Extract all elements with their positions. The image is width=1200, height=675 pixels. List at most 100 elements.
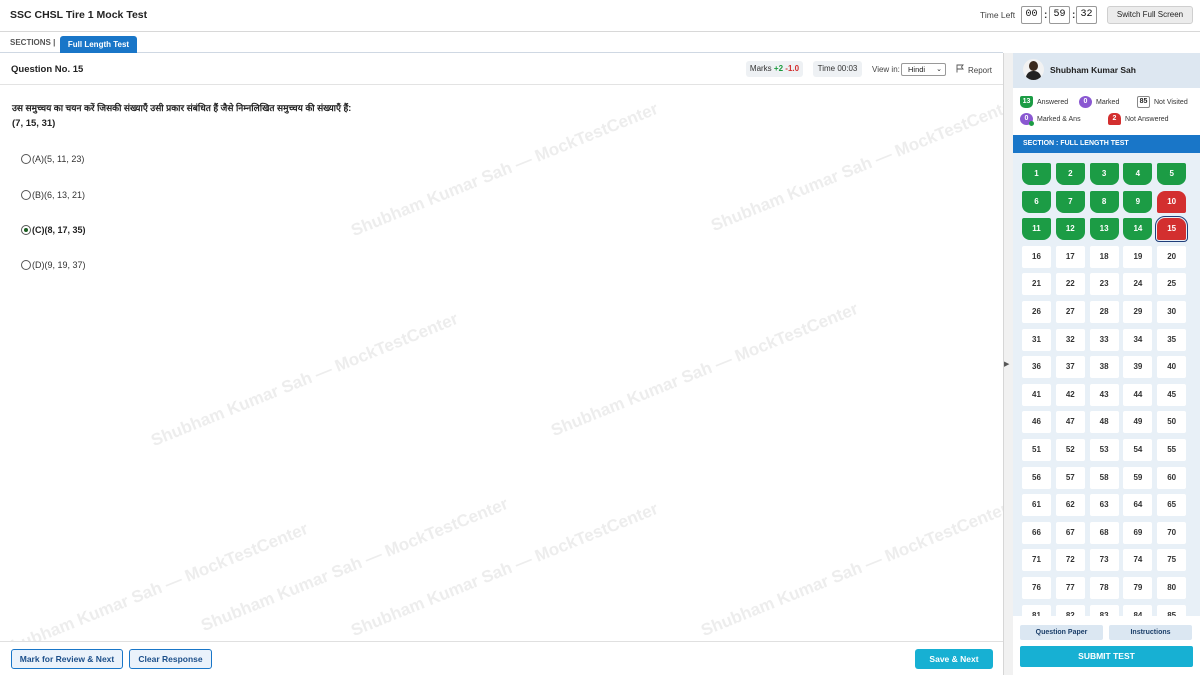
question-cell-72[interactable]: 72 bbox=[1055, 549, 1085, 572]
question-cell-48[interactable]: 48 bbox=[1089, 411, 1119, 434]
question-cell-67[interactable]: 67 bbox=[1055, 521, 1085, 544]
clear-response-button[interactable]: Clear Response bbox=[129, 649, 212, 669]
question-cell-64[interactable]: 64 bbox=[1123, 494, 1153, 517]
question-cell-53[interactable]: 53 bbox=[1089, 438, 1119, 461]
option-a[interactable]: (A)(5, 11, 23) bbox=[21, 154, 84, 164]
question-cell-84[interactable]: 84 bbox=[1123, 604, 1153, 616]
question-cell-36[interactable]: 36 bbox=[1022, 356, 1051, 379]
save-next-button[interactable]: Save & Next bbox=[915, 649, 993, 669]
question-cell-33[interactable]: 33 bbox=[1089, 328, 1119, 351]
question-cell-41[interactable]: 41 bbox=[1022, 383, 1051, 406]
question-cell-85[interactable]: 85 bbox=[1157, 604, 1187, 616]
question-cell-59[interactable]: 59 bbox=[1123, 466, 1153, 489]
question-cell-63[interactable]: 63 bbox=[1089, 494, 1119, 517]
question-cell-13[interactable]: 13 bbox=[1089, 218, 1119, 241]
question-cell-31[interactable]: 31 bbox=[1022, 328, 1051, 351]
instructions-button[interactable]: Instructions bbox=[1109, 625, 1192, 640]
question-cell-35[interactable]: 35 bbox=[1157, 328, 1187, 351]
question-cell-77[interactable]: 77 bbox=[1055, 576, 1085, 599]
option-d[interactable]: (D)(9, 19, 37) bbox=[21, 260, 86, 270]
question-cell-1[interactable]: 1 bbox=[1022, 163, 1051, 185]
tab-full-length-test[interactable]: Full Length Test bbox=[60, 36, 137, 53]
question-cell-44[interactable]: 44 bbox=[1123, 383, 1153, 406]
question-cell-19[interactable]: 19 bbox=[1123, 245, 1153, 268]
question-cell-79[interactable]: 79 bbox=[1123, 576, 1153, 599]
question-cell-49[interactable]: 49 bbox=[1123, 411, 1153, 434]
question-cell-66[interactable]: 66 bbox=[1022, 521, 1051, 544]
question-cell-21[interactable]: 21 bbox=[1022, 273, 1051, 296]
question-cell-26[interactable]: 26 bbox=[1022, 300, 1051, 323]
question-cell-68[interactable]: 68 bbox=[1089, 521, 1119, 544]
question-cell-43[interactable]: 43 bbox=[1089, 383, 1119, 406]
question-cell-37[interactable]: 37 bbox=[1055, 356, 1085, 379]
report-button[interactable]: Report bbox=[956, 64, 992, 75]
question-cell-27[interactable]: 27 bbox=[1055, 300, 1085, 323]
switch-full-screen-button[interactable]: Switch Full Screen bbox=[1107, 6, 1193, 24]
question-cell-2[interactable]: 2 bbox=[1055, 163, 1085, 185]
question-cell-80[interactable]: 80 bbox=[1157, 576, 1187, 599]
question-cell-42[interactable]: 42 bbox=[1055, 383, 1085, 406]
question-cell-47[interactable]: 47 bbox=[1055, 411, 1085, 434]
question-cell-7[interactable]: 7 bbox=[1055, 190, 1085, 213]
question-cell-70[interactable]: 70 bbox=[1157, 521, 1187, 544]
question-cell-56[interactable]: 56 bbox=[1022, 466, 1051, 489]
question-cell-38[interactable]: 38 bbox=[1089, 356, 1119, 379]
question-cell-81[interactable]: 81 bbox=[1022, 604, 1051, 616]
question-cell-20[interactable]: 20 bbox=[1157, 245, 1187, 268]
question-cell-82[interactable]: 82 bbox=[1055, 604, 1085, 616]
question-cell-69[interactable]: 69 bbox=[1123, 521, 1153, 544]
question-cell-25[interactable]: 25 bbox=[1157, 273, 1187, 296]
question-cell-18[interactable]: 18 bbox=[1089, 245, 1119, 268]
question-cell-83[interactable]: 83 bbox=[1089, 604, 1119, 616]
question-cell-12[interactable]: 12 bbox=[1055, 218, 1085, 241]
question-paper-button[interactable]: Question Paper bbox=[1020, 625, 1103, 640]
question-cell-74[interactable]: 74 bbox=[1123, 549, 1153, 572]
question-cell-3[interactable]: 3 bbox=[1089, 163, 1119, 185]
radio-button[interactable] bbox=[21, 190, 31, 200]
question-cell-65[interactable]: 65 bbox=[1157, 494, 1187, 517]
question-cell-71[interactable]: 71 bbox=[1022, 549, 1051, 572]
question-cell-58[interactable]: 58 bbox=[1089, 466, 1119, 489]
question-cell-11[interactable]: 11 bbox=[1022, 218, 1051, 241]
question-cell-73[interactable]: 73 bbox=[1089, 549, 1119, 572]
question-cell-24[interactable]: 24 bbox=[1123, 273, 1153, 296]
question-cell-51[interactable]: 51 bbox=[1022, 438, 1051, 461]
question-cell-50[interactable]: 50 bbox=[1157, 411, 1187, 434]
question-cell-55[interactable]: 55 bbox=[1157, 438, 1187, 461]
question-cell-32[interactable]: 32 bbox=[1055, 328, 1085, 351]
question-cell-61[interactable]: 61 bbox=[1022, 494, 1051, 517]
question-cell-34[interactable]: 34 bbox=[1123, 328, 1153, 351]
language-select[interactable]: Hindi ⌄ bbox=[901, 63, 946, 76]
question-cell-62[interactable]: 62 bbox=[1055, 494, 1085, 517]
question-cell-29[interactable]: 29 bbox=[1123, 300, 1153, 323]
mark-for-review-next-button[interactable]: Mark for Review & Next bbox=[11, 649, 123, 669]
question-cell-8[interactable]: 8 bbox=[1089, 190, 1119, 213]
question-cell-9[interactable]: 9 bbox=[1123, 190, 1153, 213]
question-cell-4[interactable]: 4 bbox=[1123, 163, 1153, 185]
question-cell-16[interactable]: 16 bbox=[1022, 245, 1051, 268]
submit-test-button[interactable]: SUBMIT TEST bbox=[1020, 646, 1193, 667]
question-cell-76[interactable]: 76 bbox=[1022, 576, 1051, 599]
option-b[interactable]: (B)(6, 13, 21) bbox=[21, 190, 85, 200]
radio-button[interactable] bbox=[21, 260, 31, 270]
question-cell-46[interactable]: 46 bbox=[1022, 411, 1051, 434]
question-cell-78[interactable]: 78 bbox=[1089, 576, 1119, 599]
question-cell-15[interactable]: 15 bbox=[1155, 216, 1189, 243]
question-cell-10[interactable]: 10 bbox=[1157, 190, 1187, 213]
radio-button[interactable] bbox=[21, 154, 31, 164]
question-cell-22[interactable]: 22 bbox=[1055, 273, 1085, 296]
question-cell-60[interactable]: 60 bbox=[1157, 466, 1187, 489]
question-cell-54[interactable]: 54 bbox=[1123, 438, 1153, 461]
question-cell-57[interactable]: 57 bbox=[1055, 466, 1085, 489]
question-cell-40[interactable]: 40 bbox=[1157, 356, 1187, 379]
question-cell-17[interactable]: 17 bbox=[1055, 245, 1085, 268]
question-cell-14[interactable]: 14 bbox=[1123, 218, 1153, 241]
question-cell-30[interactable]: 30 bbox=[1157, 300, 1187, 323]
question-cell-52[interactable]: 52 bbox=[1055, 438, 1085, 461]
question-cell-6[interactable]: 6 bbox=[1022, 190, 1051, 213]
collapse-arrow-icon[interactable]: ▶ bbox=[1004, 360, 1009, 368]
question-cell-28[interactable]: 28 bbox=[1089, 300, 1119, 323]
question-cell-75[interactable]: 75 bbox=[1157, 549, 1187, 572]
question-cell-39[interactable]: 39 bbox=[1123, 356, 1153, 379]
question-cell-23[interactable]: 23 bbox=[1089, 273, 1119, 296]
